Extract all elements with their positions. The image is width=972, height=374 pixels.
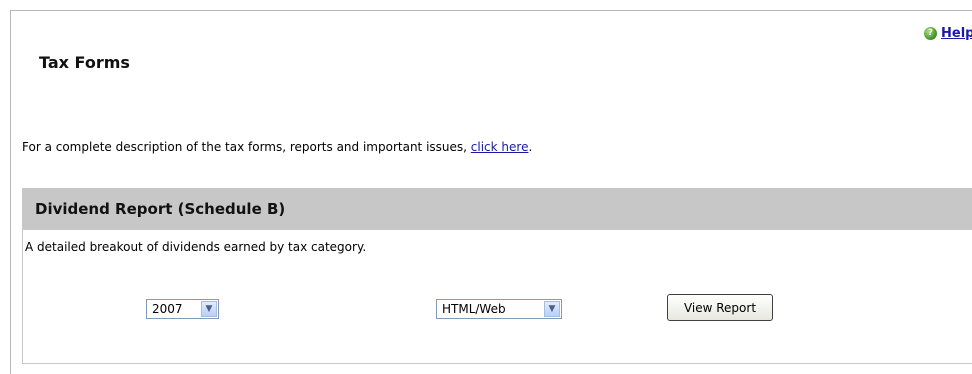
intro-text: For a complete description of the tax fo… <box>22 140 532 154</box>
dividend-report-section: Dividend Report (Schedule B) A detailed … <box>22 188 972 364</box>
intro-sentence: For a complete description of the tax fo… <box>22 140 471 154</box>
help-link-group[interactable]: ? Help <box>924 25 972 41</box>
format-select[interactable]: HTML/Web ▼ <box>436 299 562 319</box>
help-link[interactable]: Help <box>941 26 972 41</box>
intro-suffix: . <box>528 140 533 154</box>
format-select-value: HTML/Web <box>442 302 506 316</box>
year-select-value: 2007 <box>152 302 183 316</box>
page-title: Tax Forms <box>39 53 130 72</box>
view-report-button[interactable]: View Report <box>667 294 773 321</box>
year-select[interactable]: 2007 ▼ <box>146 299 219 319</box>
click-here-link[interactable]: click here <box>471 140 529 154</box>
section-title: Dividend Report (Schedule B) <box>35 200 286 218</box>
chevron-down-icon[interactable]: ▼ <box>544 301 560 317</box>
chevron-down-icon[interactable]: ▼ <box>201 301 217 317</box>
section-header: Dividend Report (Schedule B) <box>23 188 972 230</box>
help-icon: ? <box>924 26 937 40</box>
section-description: A detailed breakout of dividends earned … <box>25 240 367 254</box>
